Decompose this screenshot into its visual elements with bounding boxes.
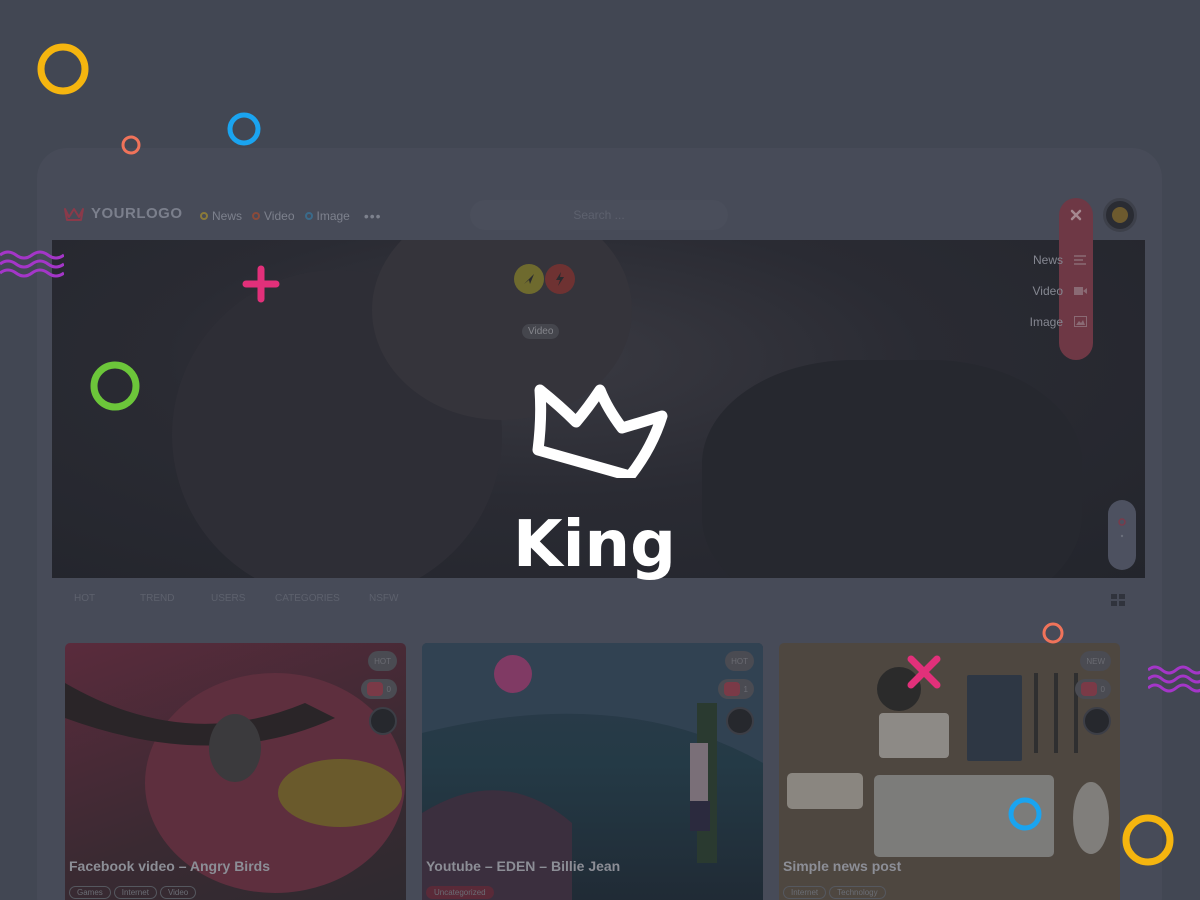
close-icon[interactable] [1069,208,1083,222]
reaction-count[interactable]: 0 [1074,679,1111,699]
wave-decoration-icon [1148,665,1200,693]
top-navbar: YOURLOGO News Video Image ••• [37,148,1162,240]
nav-item-news[interactable]: News [200,209,242,223]
tab-nsfw[interactable]: NSFW [369,593,398,604]
user-avatar[interactable] [1103,198,1137,232]
tab-trend[interactable]: TREND [140,593,211,604]
submit-item-news[interactable]: News [967,244,1087,275]
nav-item-video[interactable]: Video [252,209,295,223]
badge-label: NEW [1086,656,1105,666]
video-camera-icon [1073,285,1087,297]
filter-tabs: HOT TREND USERS CATEGORIES NSFW [74,593,398,604]
submit-item-video[interactable]: Video [967,275,1087,306]
video-format-icon [1080,682,1097,696]
author-avatar[interactable] [726,707,754,735]
ring-decoration-icon [227,112,261,146]
tab-users[interactable]: USERS [211,593,275,604]
post-tags: Internet Technology [783,886,886,899]
avatar-image [1112,207,1128,223]
image-dot-icon [304,212,313,220]
post-card[interactable]: HOT 1 Youtube – EDEN – Billie Jean Uncat… [422,643,763,900]
wave-decoration-icon [0,250,64,278]
ring-decoration-icon [121,135,141,155]
hot-badge: HOT [368,651,397,671]
nav-item-image[interactable]: Image [304,209,350,223]
badge-label: HOT [731,656,748,666]
post-format-label: Video [522,324,560,339]
post-title[interactable]: Facebook video – Angry Birds [69,858,270,874]
brand-name: King [513,508,676,582]
author-avatar[interactable] [1083,707,1111,735]
tag-link[interactable]: Games [69,886,111,899]
ring-decoration-icon [1122,814,1174,866]
plus-decoration-icon [242,265,280,303]
reaction-count[interactable]: 0 [360,679,397,699]
count-value: 0 [386,684,391,694]
nav-item-label: Video [264,209,295,223]
tag-link[interactable]: Internet [113,886,157,899]
submit-item-label: News [1032,252,1063,267]
badge-label: HOT [374,656,391,666]
logo-text: YOURLOGO [91,205,183,222]
tag-link[interactable]: Video [159,886,197,899]
ring-decoration-icon [1042,622,1064,644]
ring-decoration-icon [90,361,140,411]
x-decoration-icon [907,655,941,689]
tag-link[interactable]: Technology [829,886,886,899]
ring-decoration-icon [1008,797,1042,831]
tag-link[interactable]: Internet [783,886,827,899]
list-icon [1073,254,1087,266]
tag-link[interactable]: Uncategorized [426,886,494,899]
new-badge: NEW [1080,651,1111,671]
more-menu-icon[interactable]: ••• [364,208,382,224]
video-format-icon [723,682,740,696]
rocket-icon[interactable] [514,264,544,294]
search-input[interactable] [470,200,728,230]
site-logo[interactable]: YOURLOGO [63,205,183,222]
tab-hot[interactable]: HOT [74,593,140,604]
submit-item-label: Image [1029,314,1063,329]
video-dot-icon [252,212,261,220]
nav-item-label: News [212,209,243,223]
video-format-icon [366,682,383,696]
hero-artwork [702,360,1082,578]
dot-decoration-icon [494,655,532,693]
post-title[interactable]: Simple news post [783,858,901,874]
count-value: 1 [743,684,748,694]
hot-badge: HOT [725,651,754,671]
tab-categories[interactable]: CATEGORIES [275,593,369,604]
crown-logo-icon [64,207,84,221]
ring-decoration-icon [37,43,89,95]
submit-item-image[interactable]: Image [967,306,1087,337]
scroll-indicator[interactable] [1108,500,1136,570]
news-dot-icon [200,212,208,220]
submit-menu: News Video Image [967,244,1087,337]
crown-icon [532,384,668,478]
post-card[interactable]: NEW 0 Simple news post Internet Technolo… [779,643,1120,900]
post-tags: Uncategorized [426,886,494,899]
main-nav: News Video Image ••• [200,208,382,224]
post-card[interactable]: HOT 0 Facebook video – Angry Birds Games… [65,643,406,900]
image-icon [1073,316,1087,328]
nav-item-label: Image [316,209,350,223]
reaction-count[interactable]: 1 [717,679,754,699]
count-value: 0 [1100,684,1105,694]
post-tags: Games Internet Video [69,886,197,899]
post-title[interactable]: Youtube – EDEN – Billie Jean [426,858,620,874]
lightning-icon[interactable] [545,264,575,294]
grid-view-icon[interactable] [1111,594,1125,606]
submit-item-label: Video [1032,283,1063,298]
author-avatar[interactable] [369,707,397,735]
